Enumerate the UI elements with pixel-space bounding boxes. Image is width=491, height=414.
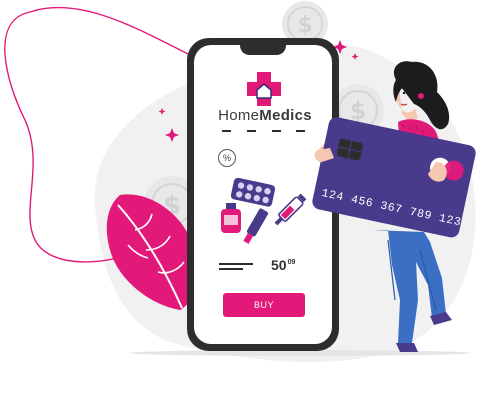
brand-home-text: Home [218,107,260,124]
phone-notch [240,45,286,55]
app-brand-name: HomeMedics [205,107,325,124]
buy-button[interactable]: BUY [223,293,305,317]
percent-icon[interactable]: % [218,149,236,167]
price-cents: 09 [287,259,296,266]
product-price: 5009 [271,257,295,273]
price-main: 50 [271,257,287,273]
brand-medics-text: Medics [259,107,312,124]
svg-text:$: $ [297,13,312,38]
illustration-stage: $ $ $ HomeMedics % 5009 BUY 124 456 367 … [0,0,491,414]
